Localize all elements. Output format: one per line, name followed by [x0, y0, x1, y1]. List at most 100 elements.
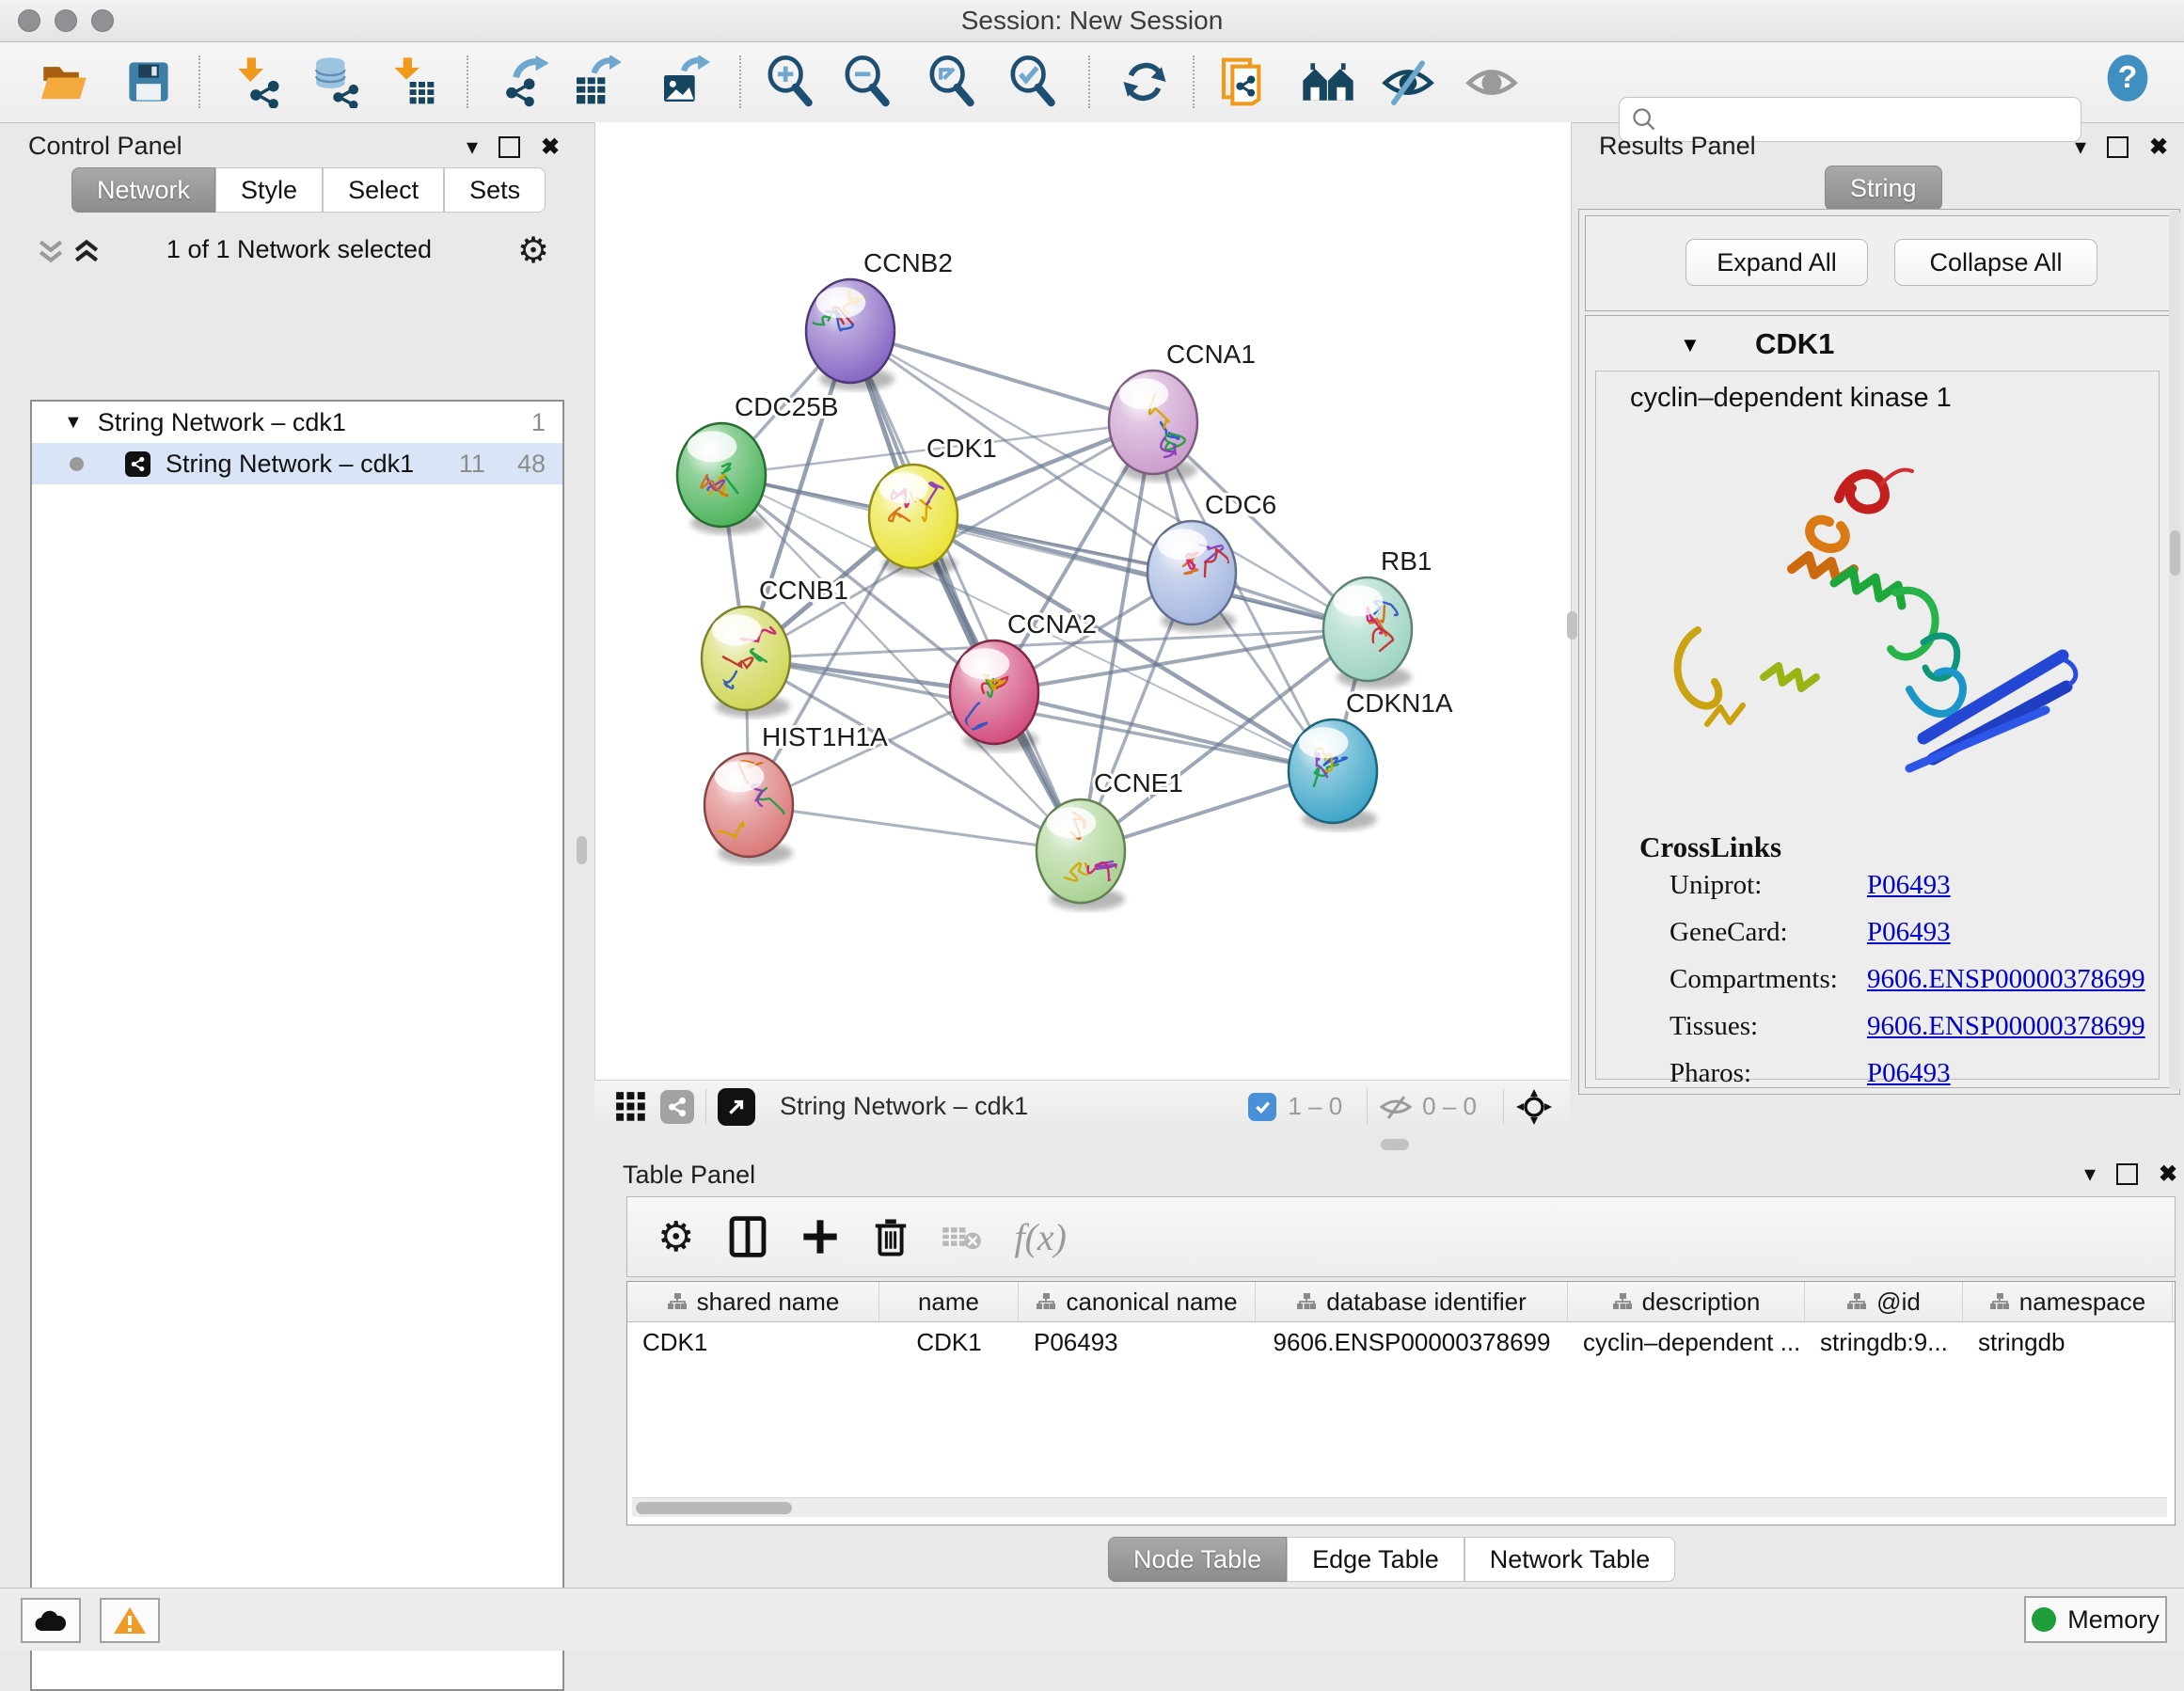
crosslink-link[interactable]: P06493 [1867, 917, 1951, 948]
close-panel-icon[interactable]: ✖ [2159, 1161, 2177, 1188]
tab-edge-table[interactable]: Edge Table [1287, 1537, 1464, 1582]
results-scrollbar-track[interactable] [2169, 211, 2181, 1091]
tab-node-table[interactable]: Node Table [1108, 1537, 1287, 1582]
node-label-CDC25B: CDC25B [735, 392, 838, 421]
show-all-icon[interactable] [1464, 54, 1520, 110]
column-header-database-identifier[interactable]: database identifier [1256, 1282, 1568, 1321]
table-settings-gear-icon[interactable]: ⚙ [657, 1213, 694, 1261]
float-panel-icon[interactable] [2107, 136, 2129, 158]
horizontal-splitter[interactable] [594, 1131, 2184, 1159]
table-row[interactable]: CDK1CDK1P064939606.ENSP00000378699cyclin… [627, 1322, 2175, 1362]
warnings-button[interactable] [100, 1598, 160, 1643]
birdseye-grid-icon[interactable] [615, 1091, 647, 1123]
results-scrollbar-thumb[interactable] [2170, 530, 2180, 576]
save-session-icon[interactable] [120, 54, 177, 110]
node-label-RB1: RB1 [1381, 546, 1432, 576]
node-description: cyclin–dependent kinase 1 [1630, 383, 1952, 414]
export-network-icon[interactable] [497, 54, 553, 110]
crosslink-row: Tissues:9606.ENSP00000378699 [1670, 1011, 2159, 1042]
tab-string[interactable]: String [1825, 166, 1942, 211]
left-splitter-handle[interactable] [577, 836, 587, 864]
delete-table-icon[interactable] [941, 1221, 982, 1253]
table-hscrollbar-track[interactable] [632, 1497, 2167, 1517]
collapse-all-tree-icon[interactable] [34, 235, 68, 267]
collapse-all-button[interactable]: Collapse All [1894, 239, 2097, 286]
control-panel-title: Control Panel [28, 132, 182, 161]
node-CDC6[interactable]: CDC6 [1147, 490, 1276, 632]
network-collection-row[interactable]: ▼ String Network – cdk1 1 [32, 402, 562, 443]
column-header-namespace[interactable]: namespace [1963, 1282, 2173, 1321]
column-header-description[interactable]: description [1568, 1282, 1805, 1321]
crosslink-link[interactable]: P06493 [1867, 1058, 1951, 1089]
edge-HIST1H1A-CCNE1[interactable] [749, 805, 1081, 851]
table-hscrollbar-thumb[interactable] [636, 1502, 792, 1514]
edge-CCNA2-CDKN1A[interactable] [994, 692, 1333, 771]
column-header-canonical-name[interactable]: canonical name [1019, 1282, 1256, 1321]
node-CCNA1[interactable]: CCNA1 [1109, 340, 1256, 482]
float-panel-icon[interactable] [2116, 1163, 2138, 1185]
column-header-shared-name[interactable]: shared name [627, 1282, 879, 1321]
network-options-gear-icon[interactable]: ⚙ [517, 229, 549, 272]
selected-checkbox-icon[interactable] [1248, 1093, 1276, 1121]
results-panel: Results Panel ▾ ✖ String Expand All Coll… [1573, 124, 2184, 1131]
node-CCNB2[interactable]: CCNB2 [806, 248, 953, 390]
node-RB1[interactable]: RB1 [1323, 546, 1432, 688]
network-row[interactable]: String Network – cdk1 11 48 [32, 443, 562, 484]
refresh-icon[interactable] [1116, 54, 1173, 110]
edge-CCNB2-CCNA1[interactable] [850, 331, 1153, 422]
memory-button[interactable]: Memory [2024, 1596, 2167, 1643]
collection-disclosure-icon[interactable]: ▼ [64, 412, 83, 434]
import-table-from-file-icon[interactable] [384, 54, 440, 110]
close-panel-icon[interactable]: ✖ [2149, 134, 2168, 161]
export-image-icon[interactable] [656, 54, 712, 110]
node-label-CCNA2: CCNA2 [1007, 609, 1097, 639]
panel-menu-icon[interactable]: ▾ [2084, 1161, 2096, 1188]
fit-content-crosshair-icon[interactable] [1515, 1088, 1553, 1126]
network-canvas[interactable]: CCNB2CCNA1CDC25BCDK1CDC6RB1CCNB1CCNA2CDK… [594, 122, 1572, 1080]
network-share-icon[interactable] [660, 1090, 694, 1124]
node-CDKN1A[interactable]: CDKN1A [1289, 688, 1453, 830]
hidden-eye-icon[interactable] [1379, 1093, 1413, 1121]
zoom-selected-icon[interactable] [1005, 54, 1062, 110]
zoom-fit-icon[interactable] [925, 54, 981, 110]
first-neighbors-icon[interactable] [1300, 54, 1356, 110]
crosslink-link[interactable]: 9606.ENSP00000378699 [1867, 1011, 2145, 1042]
close-panel-icon[interactable]: ✖ [541, 134, 560, 161]
column-header--id[interactable]: @id [1805, 1282, 1963, 1321]
section-disclosure-icon[interactable]: ▼ [1680, 333, 1701, 357]
memory-label: Memory [2067, 1605, 2160, 1635]
tab-network-table[interactable]: Network Table [1464, 1537, 1676, 1582]
tab-select[interactable]: Select [323, 167, 444, 213]
node-CCNE1[interactable]: CCNE1 [1037, 768, 1183, 910]
crosslink-link[interactable]: 9606.ENSP00000378699 [1867, 964, 2145, 995]
open-in-window-icon[interactable] [718, 1088, 755, 1126]
open-session-icon[interactable] [37, 54, 93, 110]
tab-style[interactable]: Style [215, 167, 323, 213]
duplicate-network-icon[interactable] [1215, 54, 1272, 110]
tab-network[interactable]: Network [71, 167, 215, 213]
help-icon[interactable]: ? [2099, 50, 2156, 106]
export-table-icon[interactable] [568, 54, 625, 110]
zoom-out-icon[interactable] [840, 54, 896, 110]
import-network-from-file-icon[interactable] [228, 54, 284, 110]
tab-sets[interactable]: Sets [444, 167, 546, 213]
delete-column-icon[interactable] [873, 1216, 909, 1257]
node-HIST1H1A[interactable]: HIST1H1A [704, 722, 888, 864]
crosslink-link[interactable]: P06493 [1867, 870, 1951, 901]
hide-selected-icon[interactable] [1380, 54, 1436, 110]
warning-icon [113, 1605, 147, 1636]
float-panel-icon[interactable] [499, 136, 520, 158]
import-network-from-database-icon[interactable] [307, 54, 363, 110]
column-header-name[interactable]: name [879, 1282, 1019, 1321]
expand-all-button[interactable]: Expand All [1685, 239, 1868, 286]
edge-CCNB2-CCNE1[interactable] [850, 331, 1081, 851]
show-columns-icon[interactable] [728, 1215, 768, 1258]
expand-all-tree-icon[interactable] [70, 235, 103, 267]
cloud-button[interactable] [21, 1598, 81, 1643]
panel-menu-icon[interactable]: ▾ [467, 134, 478, 161]
add-column-icon[interactable] [801, 1218, 839, 1256]
zoom-in-icon[interactable] [763, 54, 819, 110]
node-CCNB1[interactable]: CCNB1 [702, 576, 848, 718]
function-builder-icon[interactable]: f(x) [1014, 1215, 1067, 1259]
panel-menu-icon[interactable]: ▾ [2075, 134, 2086, 161]
